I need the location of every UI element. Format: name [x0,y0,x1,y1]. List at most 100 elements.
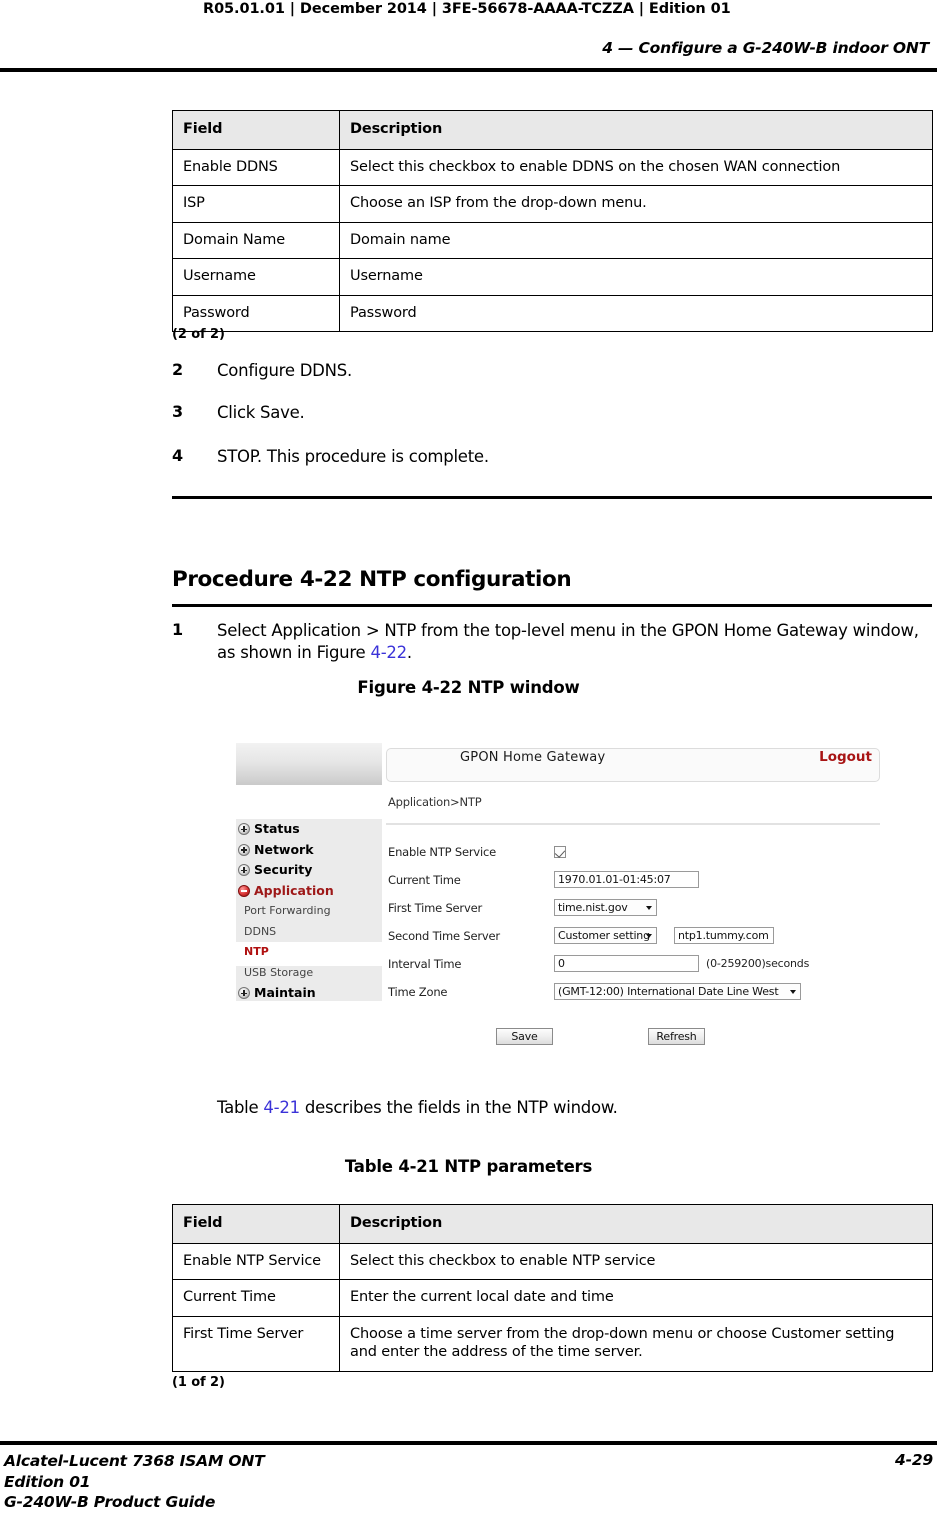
first-time-server-select[interactable]: time.nist.gov [554,899,657,916]
refresh-button[interactable]: Refresh [648,1028,705,1045]
ddns-parameters-table: Field Description Enable DDNS Select thi… [172,110,933,333]
cell-description: Select this checkbox to enable DDNS on t… [339,148,933,187]
sidebar-logo-area [236,743,382,785]
interval-time-label: Interval Time [388,957,462,971]
ui-sidebar: Status Network Security Application Port… [236,742,382,1010]
chevron-down-icon [646,934,652,938]
enable-ntp-checkbox[interactable] [554,846,566,858]
table-header-row: Field Description [172,1204,933,1244]
procedure-heading: Procedure 4-22 NTP configuration [172,567,572,592]
step-number: 2 [172,360,184,379]
sidebar-item-label: Status [254,821,300,836]
cell-description: Domain name [339,221,933,260]
first-time-server-label: First Time Server [388,901,482,915]
cell-field: Current Time [172,1279,340,1317]
sidebar-item-application[interactable]: Application [236,881,382,902]
sidebar-item-label: USB Storage [244,965,314,979]
content-divider [386,823,880,825]
sidebar-item-network[interactable]: Network [236,840,382,861]
logout-link[interactable]: Logout [819,749,872,765]
ui-main-panel: GPON Home Gateway Logout Application>NTP… [386,742,884,1045]
second-time-server-value: Customer setting [558,929,650,942]
sidebar-item-label: NTP [244,945,269,958]
column-header-description: Description [339,1204,933,1244]
cell-description: Choose a time server from the drop-down … [339,1315,933,1372]
time-zone-select[interactable]: (GMT-12:00) International Date Line West [554,983,801,1000]
sidebar-item-ddns[interactable]: DDNS [236,922,382,943]
cell-field: ISP [172,185,340,223]
app-title: GPON Home Gateway [460,750,606,765]
second-time-server-custom-input[interactable]: ntp1.tummy.com [674,927,774,944]
cell-description: Enter the current local date and time [339,1279,933,1317]
expand-plus-icon[interactable] [238,843,250,856]
sidebar-item-label: Application [254,882,334,898]
step-text: STOP. This procedure is complete. [217,447,489,466]
form-row-enable-ntp: Enable NTP Service [386,845,880,863]
form-row-interval-time: Interval Time 0 (0-259200)seconds [386,955,880,975]
second-time-server-select[interactable]: Customer setting [554,927,657,944]
ntp-window-screenshot: Status Network Security Application Port… [236,742,884,1045]
sidebar-item-usb-storage[interactable]: USB Storage [236,963,382,984]
sidebar-item-security[interactable]: Security [236,860,382,881]
table-row: Current Time Enter the current local dat… [172,1279,933,1317]
cell-description: Password [339,294,933,333]
expand-plus-icon[interactable] [238,823,250,835]
expand-plus-icon[interactable] [238,987,250,999]
sidebar-item-label: Security [254,862,313,877]
step-4: 4 STOP. This procedure is complete. [172,446,932,468]
step-text-part-a: Select Application > NTP from the top-le… [217,621,919,663]
collapse-minus-icon[interactable] [238,884,250,897]
step-2: 2 Configure DDNS. [172,360,932,382]
sidebar-item-label: Network [254,841,314,857]
current-time-input[interactable]: 1970.01.01-01:45:07 [554,871,699,888]
step-text: Select Application > NTP from the top-le… [217,620,932,665]
step-text: Configure DDNS. [217,361,352,380]
table-continuation-ntp: (1 of 2) [172,1375,225,1390]
form-row-second-time-server: Second Time Server Customer setting ntp1… [386,927,880,947]
form-row-time-zone: Time Zone (GMT-12:00) International Date… [386,983,880,1003]
chapter-title: 4 — Configure a G-240W-B indoor ONT [602,39,929,57]
cell-description: Choose an ISP from the drop-down menu. [339,185,933,223]
enable-ntp-label: Enable NTP Service [388,845,496,859]
save-button[interactable]: Save [496,1028,553,1045]
column-header-description: Description [339,110,933,150]
table-reference-paragraph: Table 4-21 describes the fields in the N… [217,1098,618,1117]
table-caption: Table 4-21 NTP parameters [344,1157,593,1176]
sidebar-item-label: DDNS [244,924,277,938]
cell-field: Enable DDNS [172,148,340,187]
column-header-field: Field [172,1204,340,1244]
cell-field: Username [172,258,340,296]
sidebar-item-status[interactable]: Status [236,819,382,840]
step-text: Click Save. [217,403,305,422]
table-continuation-ddns: (2 of 2) [172,327,225,342]
column-header-field: Field [172,110,340,150]
form-row-current-time: Current Time 1970.01.01-01:45:07 [386,871,880,891]
expand-plus-icon[interactable] [238,864,250,876]
table-row: Enable DDNS Select this checkbox to enab… [172,148,933,187]
sidebar-item-label: Maintain [254,985,316,1000]
table-row: Username Username [172,258,933,296]
procedure-end-rule [172,496,932,499]
sidebar-item-maintain[interactable]: Maintain [236,983,382,1004]
first-time-server-value: time.nist.gov [558,901,628,914]
table-row: ISP Choose an ISP from the drop-down men… [172,185,933,223]
second-time-server-label: Second Time Server [388,929,500,943]
table-row: First Time Server Choose a time server f… [172,1315,933,1372]
header-rule [0,68,937,72]
footer-document-info: Alcatel-Lucent 7368 ISAM ONT Edition 01 … [4,1451,265,1513]
interval-time-hint: (0-259200)seconds [706,957,810,970]
sidebar-item-ntp[interactable]: NTP [236,942,382,963]
time-zone-label: Time Zone [388,985,448,999]
footer-rule [0,1441,937,1445]
table-cross-reference[interactable]: 4-21 [263,1098,300,1117]
sidebar-item-port-forwarding[interactable]: Port Forwarding [236,901,382,922]
interval-time-input[interactable]: 0 [554,955,699,972]
step-number: 4 [172,446,184,465]
ntp-parameters-table: Field Description Enable NTP Service Sel… [172,1204,933,1372]
figure-cross-reference[interactable]: 4-22 [370,643,407,662]
current-time-label: Current Time [388,873,461,887]
breadcrumb: Application>NTP [388,795,482,809]
table-row: Enable NTP Service Select this checkbox … [172,1242,933,1281]
step-3: 3 Click Save. [172,402,932,424]
step-1: 1 Select Application > NTP from the top-… [172,620,932,665]
